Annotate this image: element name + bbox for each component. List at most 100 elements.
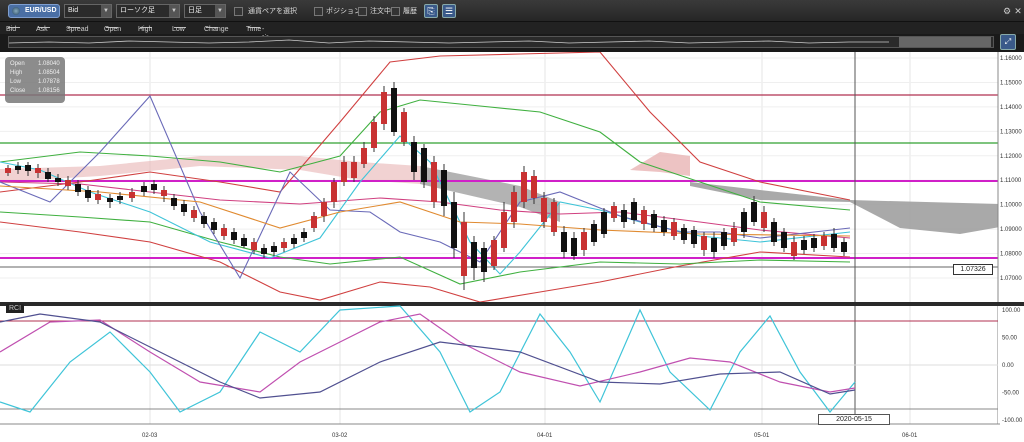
candle-body <box>621 210 627 222</box>
candle-body <box>117 196 123 200</box>
candle-body <box>311 216 317 228</box>
position-checkbox[interactable] <box>314 7 323 16</box>
candle-body <box>731 228 737 242</box>
candle-body <box>521 172 527 202</box>
gear-icon[interactable]: ⚙ <box>1002 6 1012 16</box>
candle-body <box>401 112 407 142</box>
candle-body <box>801 240 807 250</box>
candle-body <box>511 192 517 222</box>
symbol-label: EUR/USD <box>25 7 57 14</box>
high-label: High <box>10 70 23 76</box>
currency-pair-label[interactable]: 通貨ペアを選択 <box>248 7 297 21</box>
x-tick: 06-01 <box>902 433 918 439</box>
candle-body <box>681 228 687 240</box>
candle-body <box>391 88 397 132</box>
quote-legend: Bid Ask Spread Open High Low Change Time… <box>0 22 1024 47</box>
history-checkbox[interactable] <box>391 7 400 16</box>
chevron-down-icon: ▼ <box>215 5 225 17</box>
candle-body <box>65 180 71 186</box>
candle-body <box>561 232 567 252</box>
candle-body <box>301 232 307 238</box>
period-select[interactable]: 日足 ▼ <box>184 4 226 18</box>
legend-item-low: Low <box>172 26 186 33</box>
candle-body <box>641 210 647 224</box>
candle-body <box>611 206 617 218</box>
navigator-window[interactable] <box>899 37 991 47</box>
rci-tick: 50.00 <box>1002 336 1018 342</box>
candle-body <box>201 216 207 224</box>
price-tick: 1.14000 <box>1000 105 1022 111</box>
candle-body <box>261 248 267 254</box>
price-tick: 1.16000 <box>1000 56 1022 62</box>
currency-pair-checkbox[interactable] <box>234 7 243 16</box>
candle-body <box>25 165 31 171</box>
candle-body <box>129 192 135 198</box>
price-tick: 1.13000 <box>1000 129 1022 135</box>
rci-tick: 0.00 <box>1002 363 1014 369</box>
rci-line-1 <box>0 313 856 393</box>
candle-body <box>791 242 797 256</box>
open-label: Open <box>10 61 25 67</box>
close-icon[interactable]: ✕ <box>1013 6 1023 16</box>
price-tick: 1.12000 <box>1000 154 1022 160</box>
x-tick: 02-03 <box>142 433 158 439</box>
candle-body <box>75 184 81 192</box>
chevron-down-icon: ▼ <box>169 5 179 17</box>
candle-body <box>151 184 157 190</box>
candle-body <box>811 238 817 248</box>
order-checkbox[interactable] <box>358 7 367 16</box>
history-label[interactable]: 履歴 <box>403 7 417 21</box>
legend-item-time: Time--:-- <box>246 26 269 47</box>
chart-area[interactable]: 1.16000 1.15000 1.14000 1.13000 1.12000 1.110… <box>0 52 1024 442</box>
rci-tick: -100.00 <box>1002 418 1023 424</box>
symbol-button[interactable]: EUR/USD <box>8 4 60 18</box>
chevron-down-icon: ▼ <box>101 5 111 17</box>
range-navigator[interactable] <box>8 36 994 48</box>
toolbar: EUR/USD Bid ▼ ローソク足 ▼ 日足 ▼ 通貨ペアを選択 ポジション… <box>0 0 1024 22</box>
open-value: 1.08040 <box>38 61 60 67</box>
indicator-icon[interactable]: ☰ <box>442 4 456 18</box>
price-tick: 1.10000 <box>1000 203 1022 209</box>
candle-body <box>371 122 377 148</box>
candle-body <box>541 198 547 222</box>
position-label[interactable]: ポジション <box>326 7 361 21</box>
order-label[interactable]: 注文中 <box>370 7 391 21</box>
period-value: 日足 <box>188 7 202 14</box>
candle-body <box>491 240 497 266</box>
candle-body <box>441 170 447 206</box>
candle-body <box>271 246 277 252</box>
candle-body <box>661 220 667 232</box>
price-type-value: Bid <box>68 7 79 14</box>
cloud-bear-2 <box>690 182 1000 234</box>
candle-body <box>701 236 707 250</box>
candle-body <box>231 232 237 240</box>
price-tick: 1.15000 <box>1000 80 1022 86</box>
candle-body <box>581 232 587 250</box>
screenshot-icon[interactable]: ⎘ <box>424 4 438 18</box>
candle-body <box>107 198 113 202</box>
candle-body <box>221 228 227 236</box>
crosshair-date-tag: 2020-05-15 <box>818 414 890 425</box>
candle-body <box>781 232 787 248</box>
candle-body <box>751 202 757 222</box>
candle-body <box>35 168 41 173</box>
chart-type-value: ローソク足 <box>120 7 155 14</box>
candle-body <box>291 238 297 244</box>
candle-body <box>461 222 467 276</box>
us-flag-icon <box>12 7 20 15</box>
candle-body <box>95 194 101 200</box>
candle-body <box>691 230 697 244</box>
candle-body <box>191 210 197 218</box>
chart-type-select[interactable]: ローソク足 ▼ <box>116 4 180 18</box>
price-type-select[interactable]: Bid ▼ <box>64 4 112 18</box>
chart-canvas[interactable]: 1.16000 1.15000 1.14000 1.13000 1.12000 1.110… <box>0 52 1024 442</box>
candle-body <box>381 92 387 124</box>
candle-body <box>431 162 437 202</box>
candle-body <box>711 238 717 252</box>
legend-item-bid: Bid <box>6 24 22 33</box>
candle-body <box>481 248 487 272</box>
expand-icon[interactable]: ⤢ <box>1000 34 1016 50</box>
x-tick: 04-01 <box>537 433 553 439</box>
candle-body <box>471 242 477 268</box>
price-tick: 1.08000 <box>1000 252 1022 258</box>
